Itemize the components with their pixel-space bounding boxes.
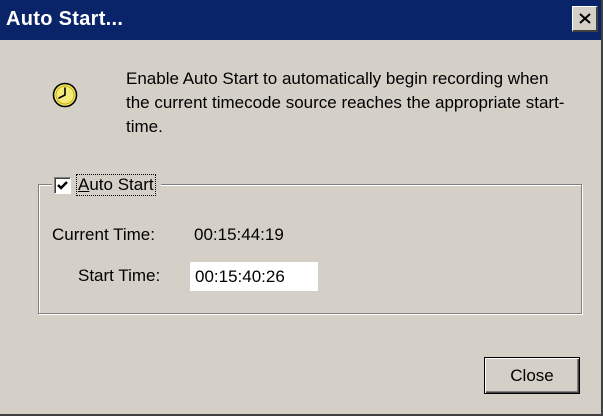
title-close-button[interactable] — [572, 6, 598, 32]
start-time-input[interactable] — [190, 262, 318, 291]
description-text: Enable Auto Start to automatically begin… — [126, 69, 565, 136]
current-time-value: 00:15:44:19 — [194, 225, 284, 244]
auto-start-groupbox — [38, 184, 582, 314]
auto-start-checkbox-label[interactable]: Auto Start — [76, 174, 156, 196]
checkmark-icon — [57, 180, 68, 190]
close-button[interactable]: Close — [484, 357, 580, 394]
auto-start-checkbox[interactable] — [54, 176, 71, 194]
current-time-label: Current Time: — [52, 225, 155, 244]
clock-icon — [52, 82, 78, 108]
window-title: Auto Start... — [6, 8, 124, 30]
title-bar[interactable]: Auto Start... — [0, 0, 601, 40]
auto-start-checkbox-row[interactable]: Auto Start — [52, 173, 161, 197]
close-x-icon — [578, 13, 591, 24]
auto-start-dialog: Auto Start... Enable Auto Start to autom… — [0, 0, 603, 416]
start-time-label: Start Time: — [78, 266, 161, 285]
